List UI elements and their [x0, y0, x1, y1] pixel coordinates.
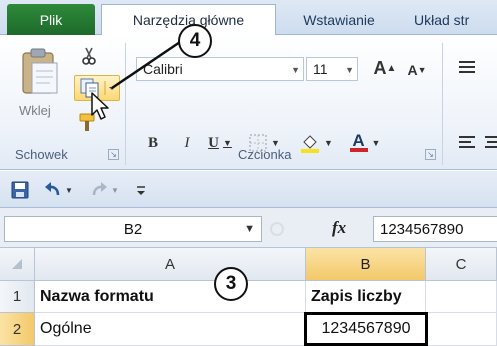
grow-font-label: A — [373, 57, 387, 78]
column-header-b[interactable]: B — [306, 248, 426, 281]
bold-label: B — [147, 134, 158, 151]
shrink-font-button[interactable]: A ▼ — [405, 59, 429, 81]
shrink-font-label: A — [407, 62, 418, 78]
italic-button[interactable]: I — [176, 132, 198, 154]
insert-function-button[interactable]: fx — [332, 218, 346, 238]
cell-c1[interactable] — [426, 281, 497, 313]
paste-icon[interactable] — [20, 47, 60, 97]
redo-icon[interactable]: ▼ — [86, 179, 122, 201]
font-size-combo[interactable]: 11 ▼ — [306, 57, 358, 81]
font-size-value: 11 — [313, 61, 328, 77]
font-name-combo[interactable]: Calibri ▼ — [136, 57, 304, 81]
fx-icon: fx — [332, 218, 347, 237]
grow-font-button[interactable]: A ▲ — [372, 57, 398, 79]
tab-page-layout[interactable]: Układ str — [400, 5, 497, 35]
chevron-down-icon: ▼ — [345, 65, 354, 75]
formula-input[interactable]: 1234567890 — [373, 216, 497, 242]
align-center-icon[interactable] — [484, 132, 497, 152]
row-header-1[interactable]: 1 — [0, 281, 35, 313]
undo-icon[interactable]: ▼ — [40, 179, 76, 201]
underline-button[interactable]: U ▼ — [207, 132, 233, 154]
customize-qat-icon[interactable] — [134, 181, 148, 199]
select-all-corner[interactable] — [0, 248, 35, 281]
align-top-icon[interactable] — [456, 57, 478, 77]
clipboard-dialog-launcher-icon[interactable]: ↘ — [108, 149, 119, 160]
align-left-icon[interactable] — [456, 132, 478, 152]
chevron-down-icon: ▼ — [244, 223, 255, 235]
cell-c2[interactable] — [428, 313, 497, 346]
italic-label: I — [184, 134, 190, 151]
column-header-a[interactable]: A — [35, 248, 306, 281]
tab-insert[interactable]: Wstawianie — [279, 5, 399, 35]
fill-color-button[interactable]: ▼ — [296, 132, 336, 154]
cell-a1[interactable]: Nazwa formatu — [35, 281, 306, 313]
name-box-value: B2 — [123, 220, 143, 238]
quick-access-toolbar: ▼ ▼ — [0, 171, 497, 208]
save-icon[interactable] — [10, 180, 30, 200]
ribbon-home: Wklej Schowek ↘ Calibri ▼ 11 ▼ A ▲ A ▼ B… — [0, 35, 497, 170]
name-box[interactable]: B2 ▼ — [4, 216, 262, 242]
group-separator — [125, 43, 126, 165]
column-header-c[interactable]: C — [426, 248, 497, 281]
resize-handle-icon[interactable] — [270, 222, 284, 236]
underline-label: U — [208, 134, 219, 151]
formula-bar: B2 ▼ fx 1234567890 — [0, 208, 497, 248]
mouse-pointer-icon — [90, 91, 112, 121]
font-dialog-launcher-icon[interactable]: ↘ — [425, 149, 436, 160]
ribbon-tab-bar: Plik Narzędzia główne Wstawianie Układ s… — [0, 0, 497, 35]
font-name-value: Calibri — [143, 61, 183, 77]
clipboard-group-label: Schowek — [15, 147, 68, 162]
cell-a2[interactable]: Ogólne — [35, 313, 306, 346]
font-color-button[interactable]: A ▼ — [344, 132, 386, 154]
cut-icon[interactable] — [78, 45, 100, 67]
worksheet-grid: A B C 1 Nazwa formatu Zapis liczby 2 Ogó… — [0, 248, 497, 346]
font-color-swatch — [349, 148, 368, 152]
paste-button-label[interactable]: Wklej — [19, 103, 51, 118]
cell-b1[interactable]: Zapis liczby — [306, 281, 426, 313]
group-separator — [442, 43, 443, 165]
bold-button[interactable]: B — [142, 132, 164, 154]
cell-b2-active[interactable]: 1234567890 — [304, 312, 428, 346]
callout-step-3: 3 — [214, 267, 248, 301]
font-color-label: A — [352, 131, 365, 150]
tab-file[interactable]: Plik — [7, 4, 95, 35]
font-group-label: Czcionka — [238, 147, 292, 162]
formula-bar-controls: fx — [270, 216, 370, 242]
callout-step-4: 4 — [178, 24, 212, 58]
row-header-2[interactable]: 2 — [0, 313, 35, 346]
chevron-down-icon: ▼ — [291, 65, 300, 75]
fill-bucket-icon — [301, 135, 320, 153]
